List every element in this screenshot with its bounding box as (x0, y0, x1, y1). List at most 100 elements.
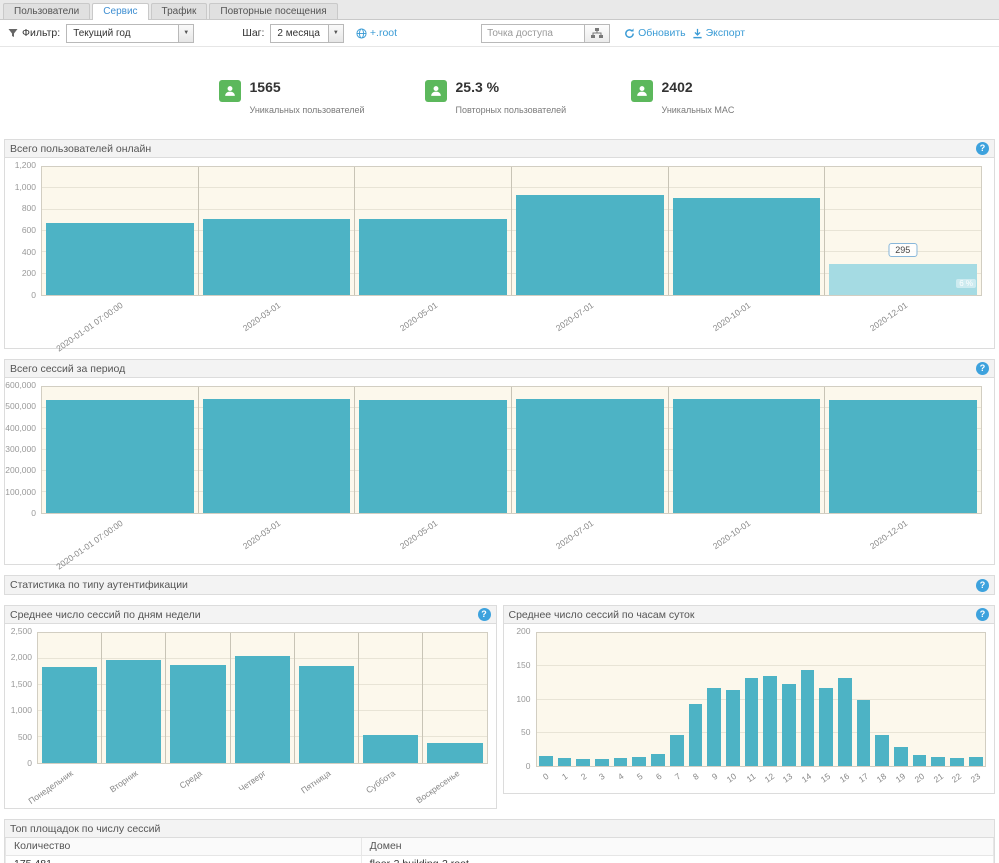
x-tick-label: 2020-01-01 07:00:00 (55, 518, 125, 571)
x-tick-label: 8 (691, 771, 701, 782)
bar[interactable] (359, 400, 507, 513)
y-tick-label: 150 (516, 660, 530, 670)
y-tick-label: 0 (31, 508, 36, 518)
bar-slot (358, 633, 422, 763)
panel-header: Статистика по типу аутентификации ? (5, 576, 994, 594)
y-tick-label: 200,000 (5, 465, 36, 475)
bar[interactable] (857, 700, 871, 766)
bar[interactable] (632, 757, 646, 766)
bar[interactable] (46, 223, 194, 295)
refresh-label: Обновить (638, 27, 686, 39)
bar[interactable] (726, 690, 740, 766)
y-tick-label: 500,000 (5, 401, 36, 411)
tab-traffic[interactable]: Трафик (151, 3, 208, 19)
bar[interactable] (931, 757, 945, 766)
bar[interactable] (745, 678, 759, 766)
refresh-link[interactable]: Обновить (624, 27, 686, 39)
bar[interactable] (969, 757, 983, 766)
bar[interactable] (829, 264, 977, 295)
access-point-tree-button[interactable] (585, 24, 610, 43)
bar[interactable] (203, 219, 351, 295)
bar-slot (836, 633, 855, 766)
bar[interactable] (913, 755, 927, 766)
filter-group: Фильтр: (8, 27, 60, 39)
help-icon[interactable]: ? (976, 142, 989, 155)
filter-select[interactable]: Текущий год ▼ (66, 24, 194, 43)
bar[interactable] (170, 665, 225, 763)
help-icon[interactable]: ? (976, 608, 989, 621)
bar[interactable] (894, 747, 908, 766)
tab-bar: Пользователи Сервис Трафик Повторные пос… (0, 0, 999, 20)
bar[interactable] (689, 704, 703, 766)
help-icon[interactable]: ? (976, 579, 989, 592)
bar[interactable] (670, 735, 684, 766)
help-icon[interactable]: ? (976, 362, 989, 375)
column-header-count: Количество (6, 838, 362, 855)
step-select[interactable]: 2 месяца ▼ (270, 24, 343, 43)
bar[interactable] (235, 656, 290, 763)
bar[interactable] (950, 758, 964, 766)
access-point-input[interactable] (481, 24, 585, 43)
tab-repeat-visits[interactable]: Повторные посещения (209, 3, 337, 19)
bar[interactable] (516, 399, 664, 513)
bar[interactable] (46, 400, 194, 513)
bar[interactable] (651, 754, 665, 766)
bar[interactable] (801, 670, 815, 766)
bar[interactable] (42, 667, 97, 763)
bar-slot (42, 387, 198, 513)
bar[interactable] (838, 678, 852, 766)
y-axis: 05001,0001,5002,0002,500 (5, 632, 37, 764)
bar[interactable] (595, 759, 609, 766)
root-domain-link[interactable]: +.root (356, 27, 397, 39)
bar[interactable] (614, 758, 628, 766)
y-tick-label: 600 (22, 225, 36, 235)
bar[interactable] (427, 743, 482, 763)
table-header-row: Количество Домен (6, 838, 994, 855)
bar[interactable] (516, 195, 664, 295)
panel-title: Среднее число сессий по дням недели (10, 609, 201, 621)
chart-users-online: 02004006008001,0001,200 2956 % 2020-01-0… (5, 158, 994, 348)
bar[interactable] (359, 219, 507, 295)
bar[interactable] (539, 756, 553, 766)
x-tick-label: 2020-10-01 (711, 300, 752, 333)
bar[interactable] (875, 735, 889, 766)
refresh-icon (624, 28, 635, 39)
help-icon[interactable]: ? (478, 608, 491, 621)
y-tick-label: 400,000 (5, 423, 36, 433)
bar[interactable] (782, 684, 796, 766)
bar[interactable] (299, 666, 354, 763)
plot-area: 2956 % (41, 166, 982, 296)
stat-label: Повторных пользователей (456, 105, 567, 115)
y-tick-label: 50 (521, 727, 530, 737)
tab-users[interactable]: Пользователи (3, 3, 90, 19)
person-glyph (635, 84, 649, 98)
bar[interactable] (203, 399, 351, 513)
export-link[interactable]: Экспорт (692, 27, 745, 39)
panel-users-online: Всего пользователей онлайн ? 02004006008… (4, 139, 995, 349)
access-point-search (481, 24, 610, 43)
bar[interactable] (363, 735, 418, 763)
bar[interactable] (673, 399, 821, 513)
x-tick-label: 13 (781, 771, 794, 785)
bar-slot (966, 633, 985, 766)
tab-service[interactable]: Сервис (92, 3, 148, 20)
bar[interactable] (763, 676, 777, 766)
bar[interactable] (106, 660, 161, 763)
bar[interactable] (707, 688, 721, 766)
x-tick-label: 0 (541, 771, 551, 782)
bar[interactable] (576, 759, 590, 766)
stat-value: 25.3 % (456, 79, 567, 95)
bar-slot (854, 633, 873, 766)
y-tick-label: 2,000 (11, 652, 32, 662)
plot-area (41, 386, 982, 514)
x-tick-label: 2020-05-01 (397, 518, 438, 551)
chart-sessions-by-weekday: 05001,0001,5002,0002,500 ПонедельникВтор… (5, 624, 496, 808)
x-tick-label: 2020-07-01 (554, 300, 595, 333)
bar-slot (611, 633, 630, 766)
bar[interactable] (829, 400, 977, 513)
bar-slot (593, 633, 612, 766)
panel-title: Среднее число сессий по часам суток (509, 609, 695, 621)
bar[interactable] (558, 758, 572, 766)
bar[interactable] (673, 198, 821, 295)
bar[interactable] (819, 688, 833, 766)
